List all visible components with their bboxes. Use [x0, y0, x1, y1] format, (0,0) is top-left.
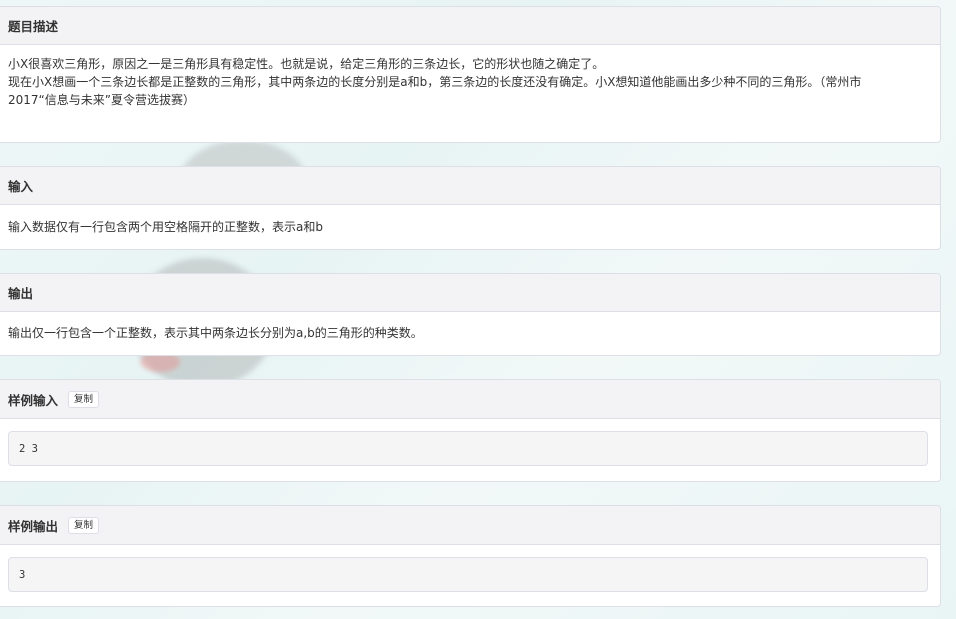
- description-line: 小X很喜欢三角形，原因之一是三角形具有稳定性。也就是说，给定三角形的三条边长，它…: [8, 57, 605, 71]
- sample-output-body: 3: [0, 545, 940, 592]
- description-line: 现在小X想画一个三条边长都是正整数的三角形，其中两条边的长度分别是a和b，第三条…: [8, 75, 862, 89]
- sample-output-title: 样例输出: [8, 518, 59, 534]
- output-body: 输出仅一行包含一个正整数，表示其中两条边长分别为a,b的三角形的种类数。: [0, 312, 940, 350]
- description-body: 小X很喜欢三角形，原因之一是三角形具有稳定性。也就是说，给定三角形的三条边长，它…: [0, 45, 940, 117]
- description-title: 题目描述: [8, 19, 59, 34]
- sample-input-panel: 样例输入 复制 2 3: [0, 379, 941, 482]
- sample-input-header: 样例输入 复制: [0, 380, 940, 419]
- input-text: 输入数据仅有一行包含两个用空格隔开的正整数，表示a和b: [8, 220, 323, 234]
- sample-output-header: 样例输出 复制: [0, 506, 940, 545]
- description-line: 2017“信息与未来”夏令营选拔赛）: [8, 93, 195, 107]
- output-title: 输出: [8, 286, 34, 301]
- input-header: 输入: [0, 167, 940, 205]
- description-panel: 题目描述 小X很喜欢三角形，原因之一是三角形具有稳定性。也就是说，给定三角形的三…: [0, 6, 941, 143]
- output-text: 输出仅一行包含一个正整数，表示其中两条边长分别为a,b的三角形的种类数。: [8, 326, 423, 340]
- sample-output-panel: 样例输出 复制 3: [0, 505, 941, 607]
- sample-input-title: 样例输入: [8, 392, 59, 408]
- input-body: 输入数据仅有一行包含两个用空格隔开的正整数，表示a和b: [0, 205, 940, 244]
- copy-sample-output-button[interactable]: 复制: [68, 516, 100, 534]
- input-title: 输入: [8, 179, 34, 194]
- output-panel: 输出 输出仅一行包含一个正整数，表示其中两条边长分别为a,b的三角形的种类数。: [0, 273, 941, 356]
- output-header: 输出: [0, 274, 940, 312]
- input-panel: 输入 输入数据仅有一行包含两个用空格隔开的正整数，表示a和b: [0, 166, 941, 250]
- description-header: 题目描述: [0, 7, 940, 45]
- sample-output-code[interactable]: 3: [8, 557, 928, 592]
- sample-input-code[interactable]: 2 3: [8, 431, 928, 466]
- copy-sample-input-button[interactable]: 复制: [68, 390, 100, 408]
- sample-input-body: 2 3: [0, 419, 940, 466]
